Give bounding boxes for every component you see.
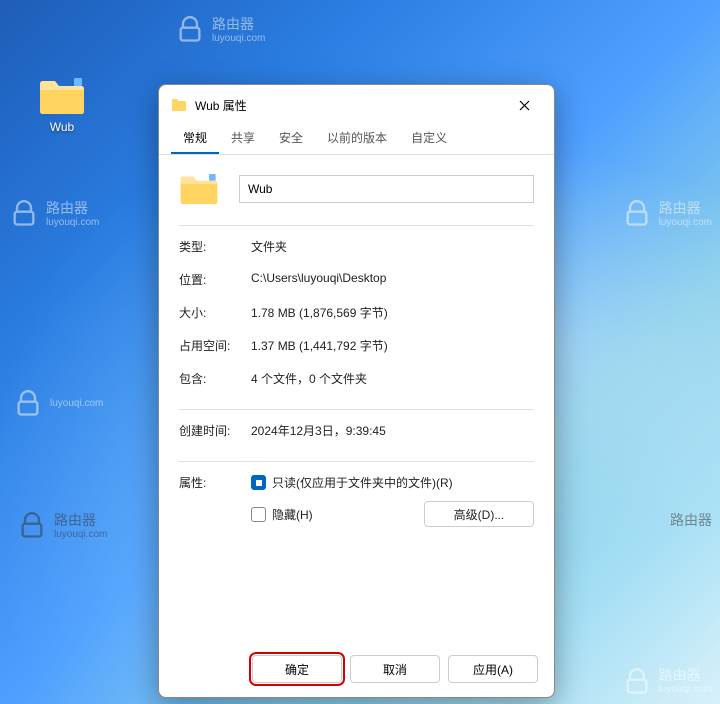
readonly-checkbox[interactable] xyxy=(251,475,266,490)
size-value: 1.78 MB (1,876,569 字节) xyxy=(251,304,534,321)
folder-icon xyxy=(171,97,187,113)
watermark-title: 路由器 xyxy=(659,667,712,684)
lock-icon xyxy=(623,200,651,228)
location-label: 位置: xyxy=(179,271,251,288)
tab-previous-versions[interactable]: 以前的版本 xyxy=(315,123,399,154)
watermark-subtitle: luyouqi.com xyxy=(54,529,107,541)
close-button[interactable] xyxy=(504,93,544,117)
ok-button[interactable]: 确定 xyxy=(252,655,342,683)
dialog-buttons: 确定 取消 应用(A) xyxy=(159,643,554,697)
apply-button-label: 应用(A) xyxy=(473,661,513,678)
watermark-title: 路由器 xyxy=(212,16,265,33)
lock-icon xyxy=(10,200,38,228)
lock-icon xyxy=(176,16,204,44)
watermark-title: 路由器 xyxy=(46,200,99,217)
desktop-folder-label: Wub xyxy=(50,120,74,134)
watermark-title: 路由器 xyxy=(670,512,712,529)
tabs: 常规 共享 安全 以前的版本 自定义 xyxy=(159,123,554,155)
readonly-label: 只读(仅应用于文件夹中的文件)(R) xyxy=(272,474,453,491)
size-label: 大小: xyxy=(179,304,251,321)
size-on-disk-value: 1.37 MB (1,441,792 字节) xyxy=(251,337,534,354)
apply-button[interactable]: 应用(A) xyxy=(448,655,538,683)
lock-icon xyxy=(14,390,42,418)
watermark-subtitle: luyouqi.com xyxy=(212,33,265,45)
folder-icon xyxy=(179,171,219,207)
advanced-button-label: 高级(D)... xyxy=(454,506,505,523)
attributes-label: 属性: xyxy=(179,474,251,527)
tab-general[interactable]: 常规 xyxy=(171,123,219,154)
watermark-title: 路由器 xyxy=(659,200,712,217)
lock-icon xyxy=(18,512,46,540)
tab-panel-general: 类型: 文件夹 位置: C:\Users\luyouqi\Desktop 大小:… xyxy=(159,155,554,643)
cancel-button[interactable]: 取消 xyxy=(350,655,440,683)
hidden-label: 隐藏(H) xyxy=(272,506,313,523)
created-label: 创建时间: xyxy=(179,422,251,439)
contains-label: 包含: xyxy=(179,370,251,387)
advanced-button[interactable]: 高级(D)... xyxy=(424,501,534,527)
watermark-subtitle: luyouqi.com xyxy=(46,217,99,229)
watermark-subtitle: luyouqi.com xyxy=(659,684,712,696)
type-value: 文件夹 xyxy=(251,238,534,255)
tab-sharing[interactable]: 共享 xyxy=(219,123,267,154)
hidden-checkbox[interactable] xyxy=(251,507,266,522)
ok-button-label: 确定 xyxy=(285,661,309,678)
location-value: C:\Users\luyouqi\Desktop xyxy=(251,271,534,288)
cancel-button-label: 取消 xyxy=(383,661,407,678)
watermark-title: 路由器 xyxy=(54,512,107,529)
titlebar[interactable]: Wub 属性 xyxy=(159,85,554,123)
watermark-subtitle: luyouqi.com xyxy=(659,217,712,229)
lock-icon xyxy=(623,668,651,696)
watermark-subtitle: luyouqi.com xyxy=(50,398,103,410)
contains-value: 4 个文件，0 个文件夹 xyxy=(251,370,534,387)
type-label: 类型: xyxy=(179,238,251,255)
desktop-folder[interactable]: Wub xyxy=(30,76,94,134)
square-icon xyxy=(253,477,265,489)
tab-security[interactable]: 安全 xyxy=(267,123,315,154)
dialog-title: Wub 属性 xyxy=(195,97,496,114)
created-value: 2024年12月3日，9:39:45 xyxy=(251,422,534,439)
size-on-disk-label: 占用空间: xyxy=(179,337,251,354)
folder-name-input[interactable] xyxy=(239,175,534,203)
properties-dialog: Wub 属性 常规 共享 安全 以前的版本 自定义 类型: 文件夹 位置: C:… xyxy=(158,84,555,698)
close-icon xyxy=(519,100,530,111)
tab-customize[interactable]: 自定义 xyxy=(399,123,459,154)
folder-icon xyxy=(38,76,86,116)
